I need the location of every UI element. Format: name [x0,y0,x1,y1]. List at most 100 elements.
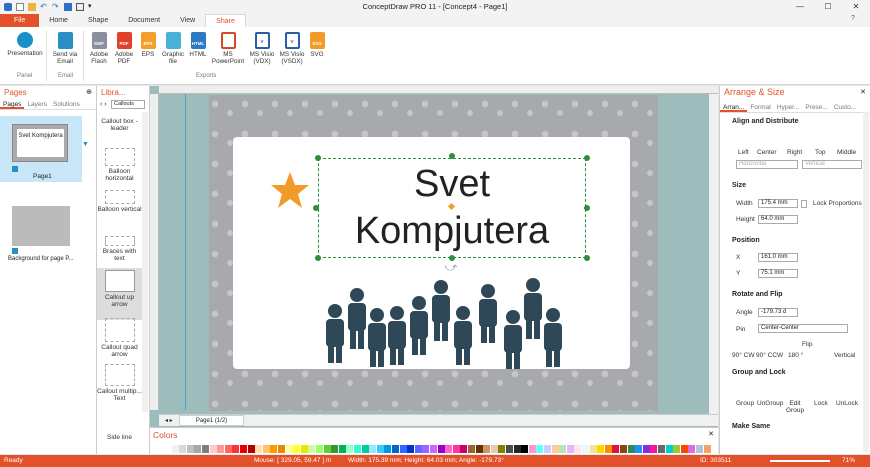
color-swatch[interactable] [232,445,240,453]
resize-handle-ml[interactable] [313,205,319,211]
color-swatch[interactable] [597,445,605,453]
color-swatch[interactable] [171,445,179,453]
color-swatch[interactable] [574,445,582,453]
width-input[interactable]: 175.4 mm [758,199,798,208]
color-swatch[interactable] [209,445,217,453]
tab-home[interactable]: Home [39,14,78,27]
lib-item-callout-multip[interactable]: Callout multip... Text [97,364,142,402]
adobe-flash-button[interactable]: SWF Adobe Flash [85,32,113,65]
flip-vertical-button[interactable]: Vertical [834,352,855,359]
color-swatch[interactable] [255,445,263,453]
resize-handle-br[interactable] [584,255,590,261]
color-swatch[interactable] [414,445,422,453]
tab-view[interactable]: View [170,14,205,27]
position-section-title[interactable]: Position [732,237,760,244]
pin-dropdown[interactable]: Center-Center [758,324,848,333]
color-swatch[interactable] [430,445,437,453]
lock-proportions-label[interactable]: Lock Proportions [813,200,862,207]
group-button[interactable]: Group [736,400,754,407]
x-input[interactable]: 161.0 mm [758,253,798,262]
ms-visio-vdx-button[interactable]: V MS Visio (VDX) [248,32,276,65]
color-swatch[interactable] [384,445,392,453]
color-swatch[interactable] [665,445,673,453]
color-swatch[interactable] [468,445,475,453]
color-swatch[interactable] [658,445,665,453]
flip-button[interactable]: Flip [802,341,812,348]
star-shape[interactable] [268,170,312,212]
align-right-button[interactable]: Right [787,149,802,156]
print-icon[interactable] [76,3,84,11]
color-swatch[interactable] [483,445,491,453]
color-swatch[interactable] [460,445,468,453]
lib-item-side-line[interactable]: Side line [97,434,142,441]
html-button[interactable]: HTML HTML [187,32,209,58]
color-swatch[interactable] [186,445,194,453]
color-swatch[interactable] [300,445,308,453]
color-swatch[interactable] [703,445,711,453]
align-top-button[interactable]: Top [815,149,825,156]
color-swatch[interactable] [513,445,521,453]
color-swatch[interactable] [612,445,620,453]
canvas-title-line1[interactable]: Svet [318,164,586,204]
align-center-button[interactable]: Center [757,149,777,156]
graphic-file-button[interactable]: Graphic file [159,32,187,65]
people-group-shape[interactable] [322,275,572,370]
color-swatch[interactable] [308,445,316,453]
color-swatch[interactable] [217,445,225,453]
lib-item-braces-with-text[interactable]: Braces with text [97,236,142,262]
color-swatch[interactable] [262,445,270,453]
edit-group-button[interactable]: Edit Group [786,400,804,414]
color-swatch[interactable] [582,445,589,453]
color-swatch[interactable] [650,445,658,453]
lib-item-callout-quad-arrow[interactable]: Callout quad arrow [97,318,142,358]
canvas-vertical-scrollbar[interactable] [709,94,718,414]
color-swatch[interactable] [293,445,301,453]
color-swatch[interactable] [696,445,703,453]
size-section-title[interactable]: Size [732,182,746,189]
color-swatch[interactable] [437,445,445,453]
color-swatch[interactable] [369,445,377,453]
rotate-180-button[interactable]: 180 ° [788,352,803,359]
minimize-button[interactable]: — [786,0,814,14]
resize-handle-tr[interactable] [584,155,590,161]
color-swatch[interactable] [521,445,529,453]
unlock-button[interactable]: UnLock [836,400,858,407]
color-swatch[interactable] [688,445,696,453]
color-swatch[interactable] [604,445,612,453]
color-swatch[interactable] [376,445,384,453]
subtab-arrange[interactable]: Arran... [720,102,748,112]
subtab-presentation[interactable]: Prese... [802,102,830,112]
tab-file[interactable]: File [0,14,40,27]
library-dropdown[interactable]: Callouts [111,100,145,109]
page1-thumbnail[interactable]: Svet Kompjutera Page1 [0,116,82,182]
adobe-pdf-button[interactable]: PDF Adobe PDF [112,32,136,65]
subtab-custom[interactable]: Custo... [831,102,859,112]
color-swatch[interactable] [407,445,415,453]
distribute-vertical-dropdown[interactable]: Vertical [802,160,862,169]
arrange-close-icon[interactable]: ✕ [860,88,866,96]
make-same-section-title[interactable]: Make Same [732,423,770,430]
color-swatch[interactable] [544,445,551,453]
color-swatch[interactable] [680,445,688,453]
angle-input[interactable]: -179.73 d [758,308,798,317]
color-swatch[interactable] [422,445,430,453]
color-swatch[interactable] [635,445,643,453]
color-swatch[interactable] [316,445,323,453]
color-swatch[interactable] [445,445,453,453]
color-swatch[interactable] [589,445,597,453]
color-swatch[interactable] [361,445,369,453]
height-input[interactable]: 64.0 mm [758,215,798,224]
arrange-scrollbar[interactable] [863,112,869,452]
new-file-icon[interactable] [16,3,24,11]
color-swatch[interactable] [224,445,232,453]
color-swatch[interactable] [536,445,544,453]
color-swatch[interactable] [354,445,361,453]
color-swatch[interactable] [202,445,209,453]
subtab-format[interactable]: Format [747,102,774,112]
align-middle-button[interactable]: Middle [837,149,856,156]
y-input[interactable]: 75.1 mm [758,269,798,278]
color-swatch[interactable] [490,445,498,453]
lib-item-callout-box-leader[interactable]: Callout box - leader [97,118,142,132]
color-swatch[interactable] [278,445,285,453]
resize-handle-mr[interactable] [584,205,590,211]
